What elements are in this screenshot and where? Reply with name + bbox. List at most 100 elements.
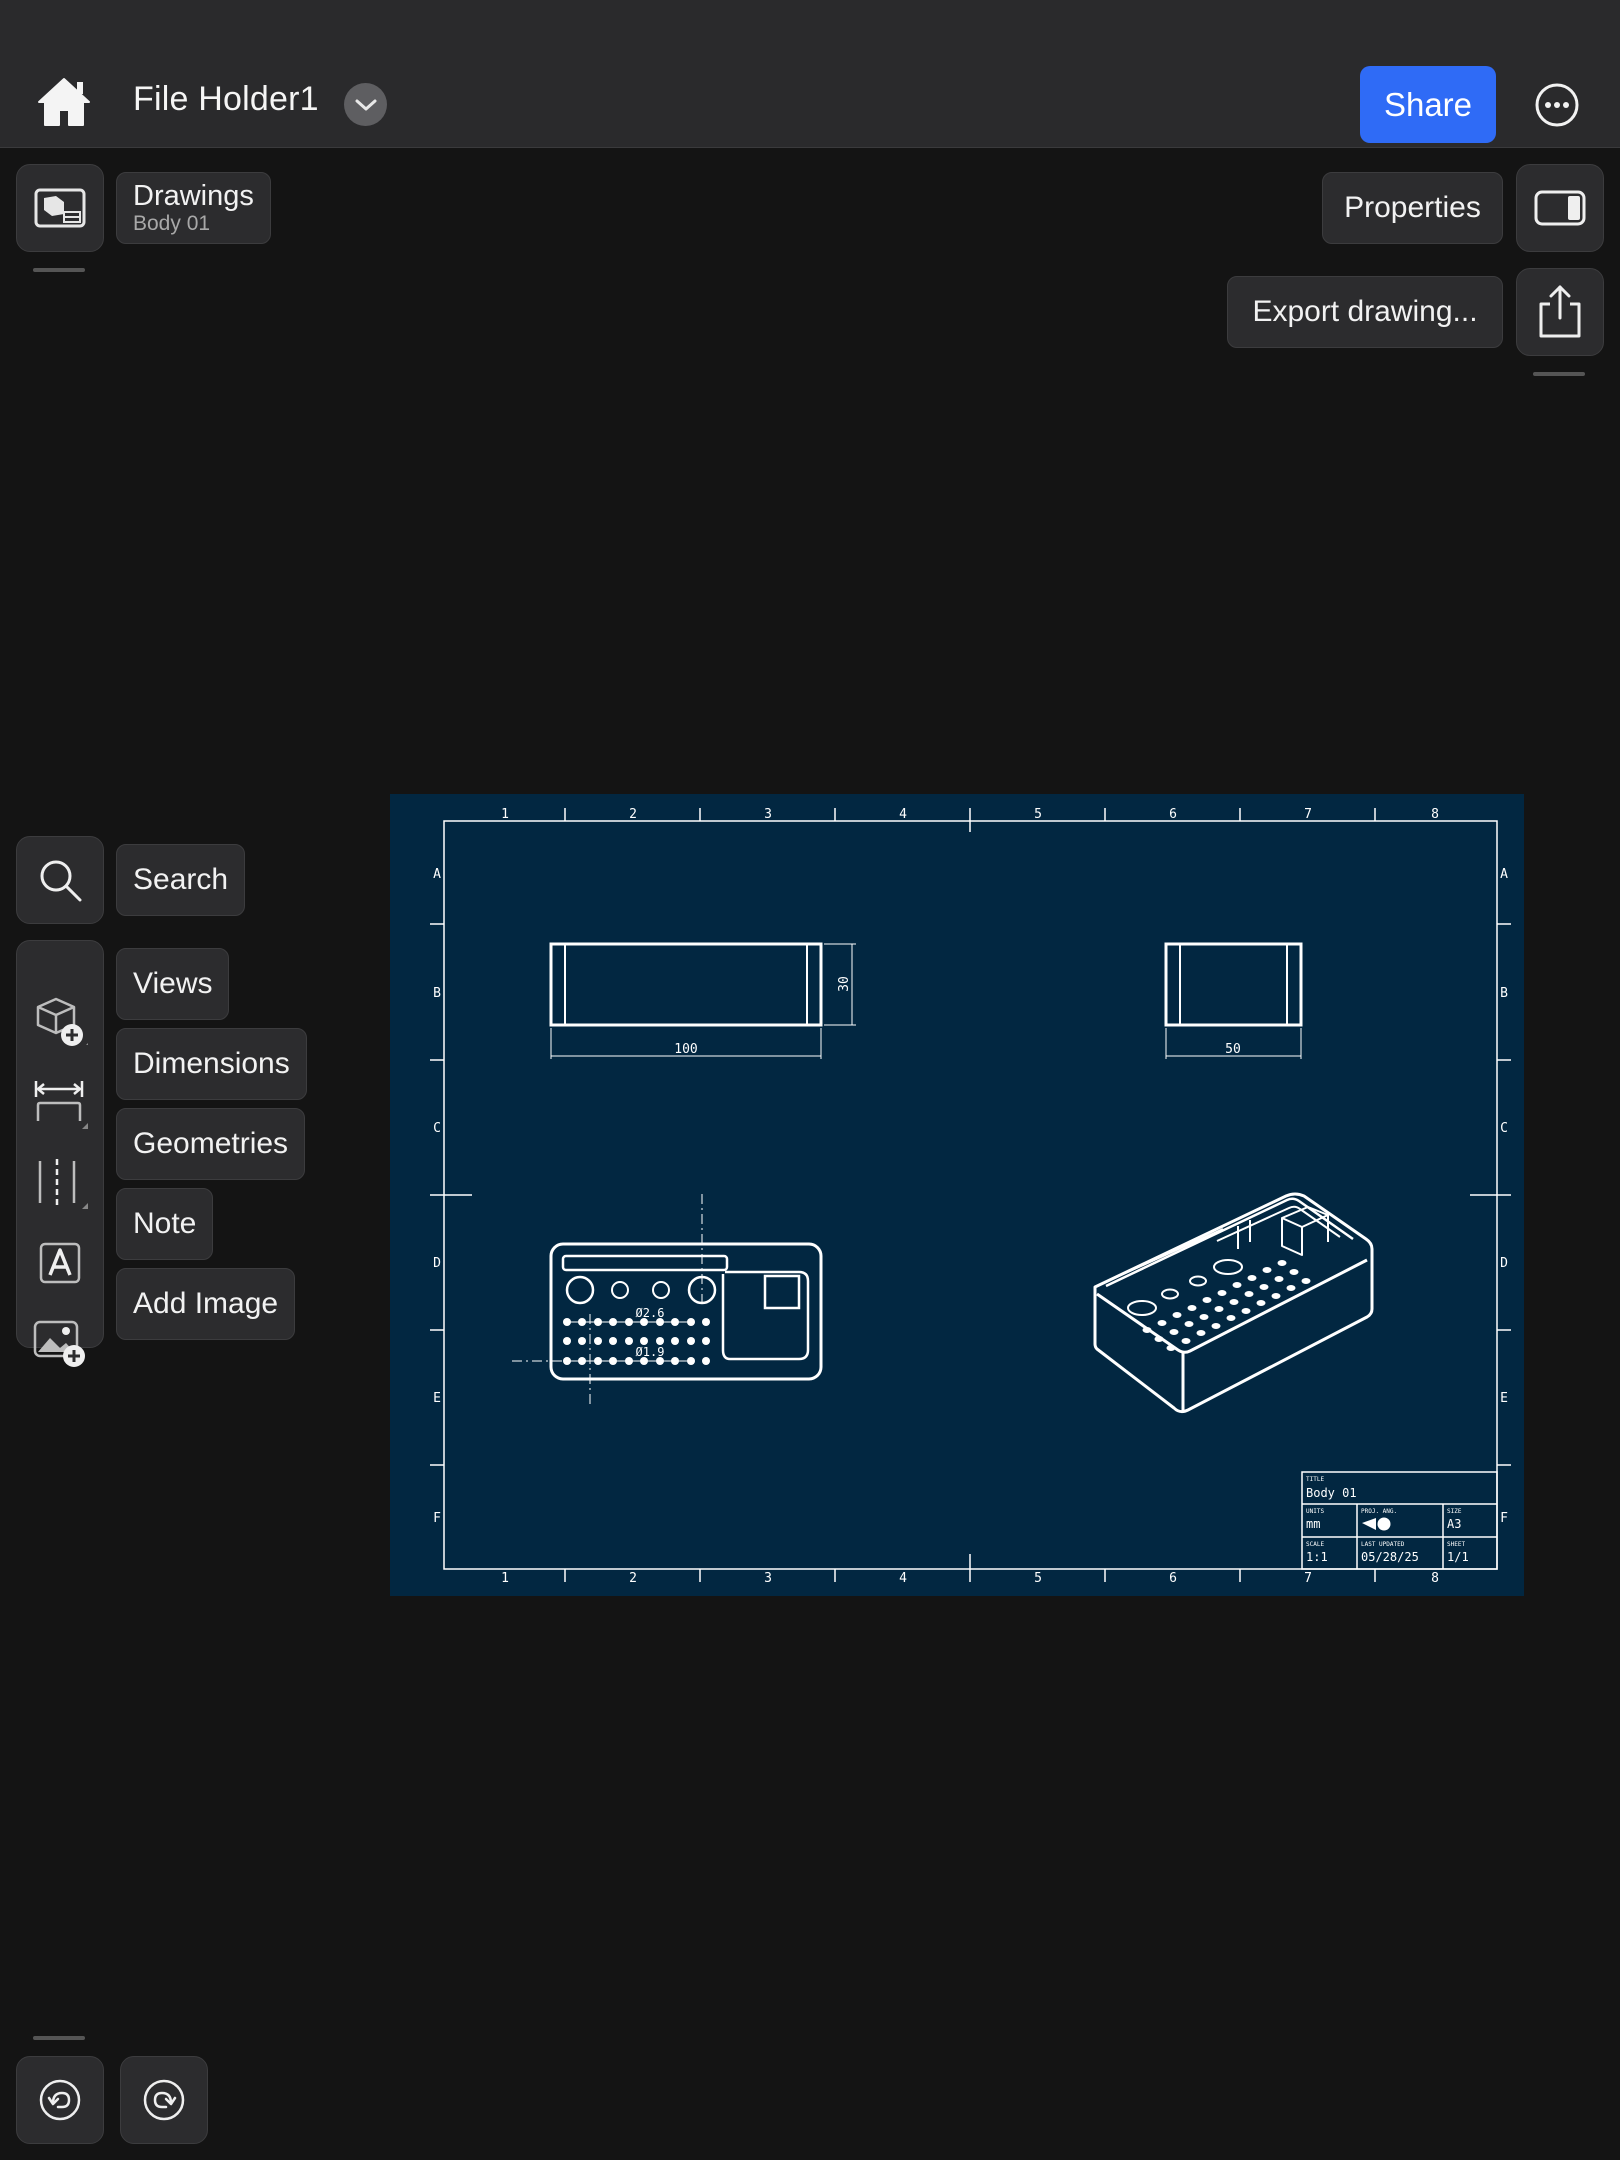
title-menu-button[interactable] [344, 83, 387, 126]
title-caption: TITLE [1306, 1476, 1324, 1483]
centerline-icon [38, 1159, 88, 1209]
col-label-top: 2 [629, 807, 637, 822]
sheet-border [443, 820, 1498, 1570]
row-label-left: D [433, 1256, 441, 1271]
side-width-dimension[interactable]: 50 [1225, 1042, 1241, 1057]
redo-icon [143, 2079, 185, 2121]
share-button[interactable]: Share [1360, 66, 1496, 143]
scale-value: 1:1 [1306, 1550, 1328, 1564]
col-label-bottom: 2 [629, 1571, 637, 1586]
large-hole-dimension[interactable]: Ø2.6 [636, 1306, 665, 1320]
front-height-dimension[interactable]: 30 [837, 976, 852, 992]
sheet-value: 1/1 [1447, 1550, 1469, 1564]
note-tool[interactable] [17, 1223, 103, 1303]
scale-caption: SCALE [1306, 1541, 1324, 1548]
row-label-right: D [1500, 1256, 1508, 1271]
add-image-icon [33, 1320, 85, 1367]
row-label-left: B [433, 986, 441, 1001]
col-label-top: 6 [1169, 807, 1177, 822]
note-label[interactable]: Note [116, 1188, 214, 1260]
col-label-bottom: 7 [1304, 1571, 1312, 1586]
col-label-top: 3 [764, 807, 772, 822]
projection-caption: PROJ. ANG. [1361, 1508, 1397, 1515]
add-view-cube-icon [36, 997, 88, 1046]
export-share-button[interactable] [1516, 268, 1604, 356]
dimensions-tool[interactable] [17, 1063, 103, 1143]
col-label-bottom: 5 [1034, 1571, 1042, 1586]
undo-icon [39, 2079, 81, 2121]
home-icon [38, 78, 90, 126]
dimensions-label[interactable]: Dimensions [116, 1028, 307, 1100]
sheet-caption: SHEET [1447, 1541, 1465, 1548]
sidebar-right-icon [1534, 190, 1586, 226]
history-grip[interactable] [33, 2036, 85, 2040]
drawing-tools-panel [16, 940, 104, 1367]
units-caption: UNITS [1306, 1508, 1324, 1515]
row-label-right: E [1500, 1391, 1508, 1406]
small-hole-dimension[interactable]: Ø1.9 [636, 1345, 665, 1359]
row-label-left: E [433, 1391, 441, 1406]
right-panel-grip[interactable] [1533, 372, 1585, 376]
col-label-bottom: 6 [1169, 1571, 1177, 1586]
row-label-right: F [1500, 1511, 1508, 1526]
search-label[interactable]: Search [116, 844, 246, 916]
home-button[interactable] [36, 74, 92, 130]
row-label-left: F [433, 1511, 441, 1526]
workspace-body-label: Body 01 [133, 212, 211, 235]
row-label-right: C [1500, 1121, 1508, 1136]
front-view[interactable] [549, 942, 856, 1059]
share-export-icon [1539, 285, 1581, 338]
projection-angle-symbol [1362, 1517, 1391, 1531]
top-bar: File Holder1 Share [0, 0, 1620, 148]
drawing-sheet-icon [34, 188, 86, 228]
views-tool[interactable] [17, 983, 103, 1063]
inspector-toggle-button[interactable] [1516, 164, 1604, 252]
more-button[interactable] [1534, 82, 1580, 128]
undo-button[interactable] [16, 2056, 104, 2144]
col-label-top: 8 [1431, 807, 1439, 822]
top-view[interactable] [512, 1194, 823, 1406]
geometries-label[interactable]: Geometries [116, 1108, 306, 1180]
column-ticks [564, 808, 1376, 1582]
properties-button[interactable]: Properties [1322, 172, 1503, 244]
front-width-dimension[interactable]: 100 [674, 1042, 697, 1057]
geometries-tool[interactable] [17, 1143, 103, 1223]
col-label-top: 7 [1304, 807, 1312, 822]
drawing-canvas: 1 2 3 4 5 6 7 8 1 2 3 4 5 6 7 8 A B C D … [430, 807, 1511, 1586]
workspace-mode-label: Drawings [133, 180, 254, 212]
row-label-left: A [433, 867, 441, 882]
views-label[interactable]: Views [116, 948, 230, 1020]
search-button[interactable] [16, 836, 104, 924]
redo-button[interactable] [120, 2056, 208, 2144]
add-image-tool[interactable] [17, 1303, 103, 1383]
updated-value: 05/28/25 [1361, 1550, 1419, 1564]
size-value: A3 [1447, 1517, 1461, 1531]
col-label-bottom: 3 [764, 1571, 772, 1586]
col-label-top: 1 [501, 807, 509, 822]
units-value: mm [1306, 1517, 1320, 1531]
workspace-button[interactable] [16, 164, 104, 252]
panel-grip[interactable] [33, 268, 85, 272]
col-label-bottom: 1 [501, 1571, 509, 1586]
col-label-bottom: 4 [899, 1571, 907, 1586]
drawing-sheet[interactable]: 1 2 3 4 5 6 7 8 1 2 3 4 5 6 7 8 A B C D … [390, 794, 1524, 1596]
row-ticks [430, 923, 1511, 1466]
size-caption: SIZE [1447, 1508, 1462, 1515]
title-value: Body 01 [1306, 1486, 1357, 1500]
add-image-label[interactable]: Add Image [116, 1268, 296, 1340]
workspace-label[interactable]: Drawings Body 01 [116, 172, 271, 244]
row-label-left: C [433, 1121, 441, 1136]
ellipsis-circle-icon [1535, 83, 1579, 127]
dimension-icon [34, 1081, 88, 1129]
col-label-top: 4 [899, 807, 907, 822]
text-note-icon [39, 1242, 81, 1284]
col-label-bottom: 8 [1431, 1571, 1439, 1586]
updated-caption: LAST UPDATED [1361, 1541, 1405, 1548]
isometric-view[interactable] [1093, 1192, 1374, 1414]
export-drawing-button[interactable]: Export drawing... [1227, 276, 1503, 348]
search-icon [40, 860, 82, 902]
document-title[interactable]: File Holder1 [133, 80, 319, 119]
chevron-down-icon [355, 99, 376, 110]
row-label-right: A [1500, 867, 1508, 882]
col-label-top: 5 [1034, 807, 1042, 822]
